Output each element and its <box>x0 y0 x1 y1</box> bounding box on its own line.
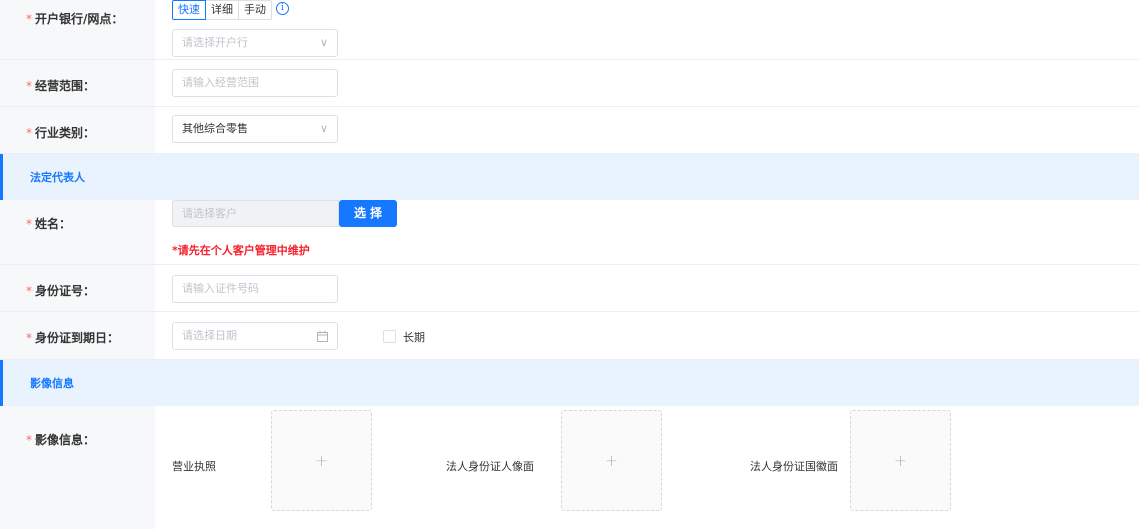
bank-row: * 开户银行/网点： 快速 详细 手动 i 请选择开户行 ∨ <box>0 0 1139 60</box>
id-expiry-label: * 身份证到期日： <box>26 331 120 345</box>
long-term-checkbox[interactable] <box>383 330 396 343</box>
section-title: 影像信息 <box>30 377 74 390</box>
id-number-row: * 身份证号： 请输入证件号码 <box>0 265 1139 312</box>
id-number-label-cell: * 身份证号： <box>0 265 155 311</box>
section-legal-representative: 法定代表人 <box>0 154 1139 200</box>
images-label-cell: * 影像信息： <box>0 406 155 529</box>
bank-label-cell: * 开户银行/网点： <box>0 0 155 59</box>
plus-icon: + <box>604 451 619 470</box>
section-title: 法定代表人 <box>30 171 85 184</box>
plus-icon: + <box>893 451 908 470</box>
plus-icon: + <box>314 451 329 470</box>
calendar-icon <box>317 323 328 349</box>
bank-mode-switch: 快速 详细 手动 <box>172 0 272 20</box>
scope-input[interactable]: 请输入经营范围 <box>172 69 338 97</box>
id-expiry-row: * 身份证到期日： 请选择日期 长期 <box>0 312 1139 360</box>
id-number-input[interactable]: 请输入证件号码 <box>172 275 338 303</box>
mode-quick-button[interactable]: 快速 <box>172 0 206 20</box>
mode-detail-button[interactable]: 详细 <box>206 0 239 20</box>
business-license-label: 营业执照 <box>172 460 216 473</box>
section-image-info: 影像信息 <box>0 360 1139 406</box>
industry-row: * 行业类别： 其他综合零售 ∨ <box>0 107 1139 154</box>
images-row: * 影像信息： 营业执照 + 法人身份证人像面 + 法人身份证国徽面 + <box>0 406 1139 529</box>
industry-select[interactable]: 其他综合零售 ∨ <box>172 115 338 143</box>
id-expiry-date-picker[interactable]: 请选择日期 <box>172 322 338 350</box>
chevron-down-icon: ∨ <box>319 122 328 135</box>
scope-label-cell: * 经营范围： <box>0 60 155 106</box>
id-portrait-label: 法人身份证人像面 <box>446 460 534 473</box>
long-term-label[interactable]: 长期 <box>403 329 425 345</box>
bank-select[interactable]: 请选择开户行 ∨ <box>172 29 338 57</box>
select-customer-button[interactable]: 选择 <box>339 200 397 227</box>
bank-label: * 开户银行/网点： <box>26 12 124 26</box>
scope-row: * 经营范围： 请输入经营范围 <box>0 60 1139 107</box>
industry-label-cell: * 行业类别： <box>0 107 155 153</box>
images-label: * 影像信息： <box>26 433 96 447</box>
maintain-warning: *请先在个人客户管理中维护 <box>172 244 310 257</box>
scope-label: * 经营范围： <box>26 79 96 93</box>
name-label-cell: * 姓名： <box>0 200 155 264</box>
mode-manual-button[interactable]: 手动 <box>239 0 272 20</box>
upload-id-portrait[interactable]: + <box>561 410 662 511</box>
chevron-down-icon: ∨ <box>319 36 328 49</box>
industry-label: * 行业类别： <box>26 126 96 140</box>
upload-business-license[interactable]: + <box>271 410 372 511</box>
id-emblem-label: 法人身份证国徽面 <box>750 460 838 473</box>
info-circle-icon[interactable]: i <box>276 2 289 15</box>
customer-input[interactable]: 请选择客户 <box>172 200 339 227</box>
name-row: * 姓名： 请选择客户 选择 *请先在个人客户管理中维护 <box>0 200 1139 265</box>
id-number-label: * 身份证号： <box>26 284 96 298</box>
upload-id-emblem[interactable]: + <box>850 410 951 511</box>
name-label: * 姓名： <box>26 217 72 231</box>
id-expiry-label-cell: * 身份证到期日： <box>0 312 155 359</box>
